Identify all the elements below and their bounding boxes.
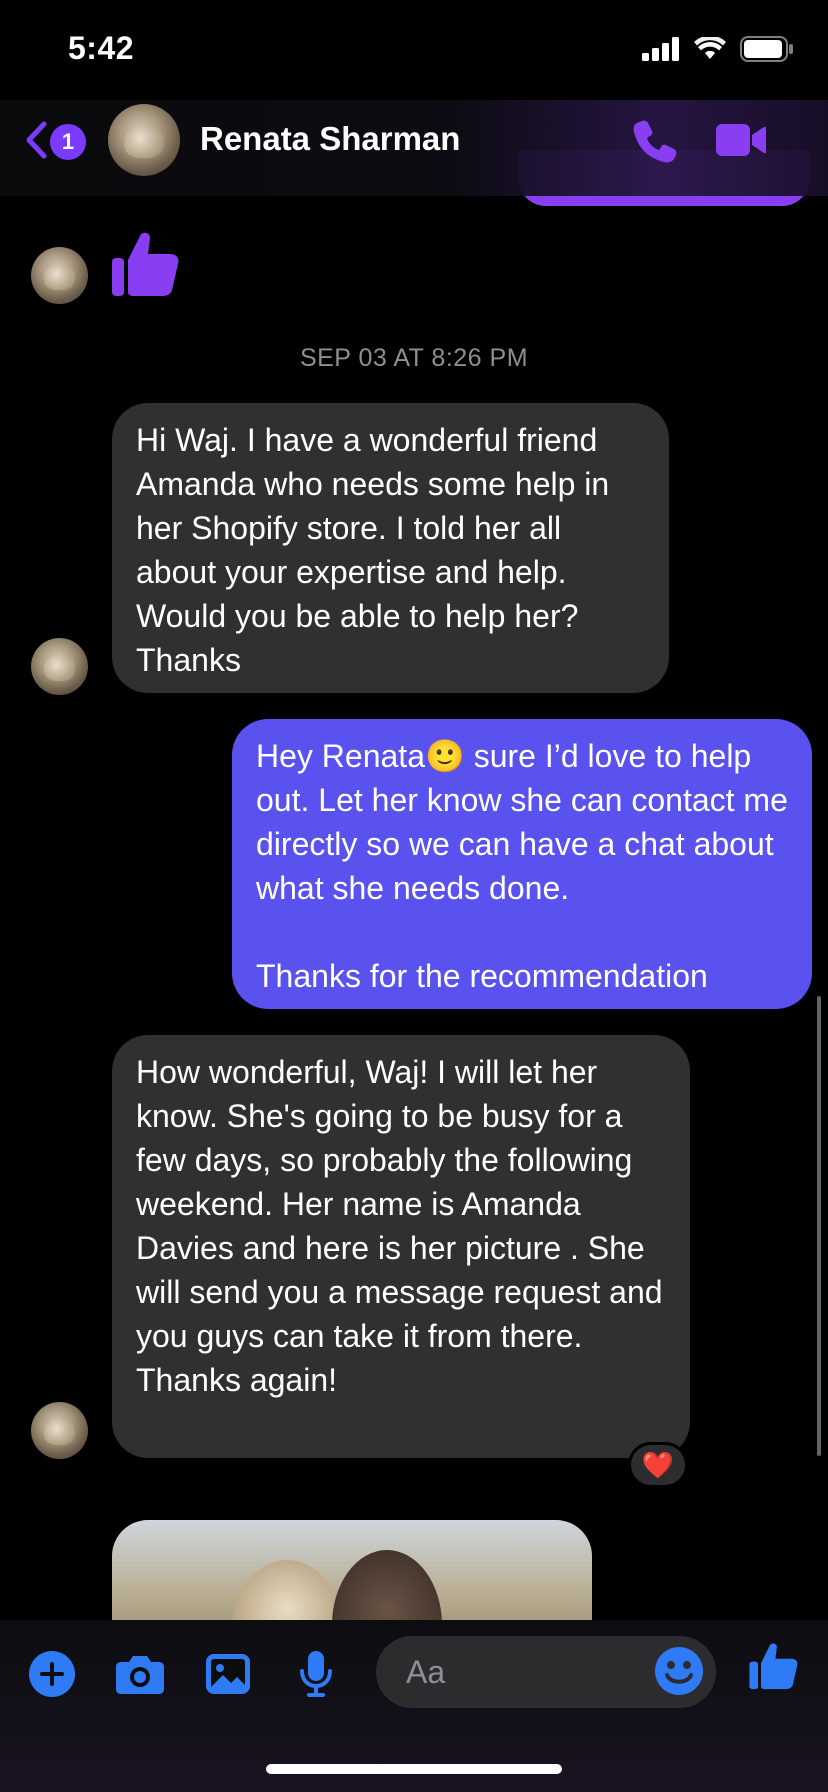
emoji-icon	[654, 1647, 704, 1700]
home-indicator[interactable]	[266, 1764, 562, 1774]
send-like-button[interactable]	[748, 1640, 800, 1697]
status-bar: 5:42	[0, 0, 828, 100]
microphone-icon	[298, 1649, 334, 1704]
photo-person	[332, 1550, 442, 1620]
wifi-icon	[694, 35, 726, 66]
sent-message[interactable]: Hey Renata🙂 sure I’d love to help out. L…	[232, 719, 812, 1009]
unread-count-badge: 1	[50, 124, 86, 160]
video-call-button[interactable]	[714, 120, 768, 165]
camera-icon	[115, 1653, 165, 1700]
shared-photo[interactable]	[112, 1520, 592, 1620]
battery-icon	[740, 36, 794, 67]
message-timestamp: SEP 03 AT 8:26 PM	[299, 344, 529, 372]
video-camera-icon	[714, 124, 768, 164]
photo-person	[232, 1560, 342, 1620]
chat-thread[interactable]: SEP 03 AT 8:26 PM Hi Waj. I have a wonde…	[0, 0, 828, 1620]
received-message[interactable]: Hi Waj. I have a wonderful friend Amanda…	[112, 403, 669, 693]
conversation-header: 1 Renata Sharman	[0, 100, 828, 196]
back-button[interactable]: 1	[24, 120, 86, 164]
contact-name[interactable]: Renata Sharman	[200, 120, 460, 158]
received-message[interactable]: How wonderful, Waj! I will let her know.…	[112, 1035, 690, 1458]
gallery-icon	[205, 1653, 251, 1700]
contact-avatar[interactable]	[31, 247, 88, 304]
scrollbar[interactable]	[817, 996, 821, 1456]
back-chevron-icon	[24, 120, 48, 165]
voice-record-button[interactable]	[288, 1648, 344, 1704]
header-avatar[interactable]	[108, 104, 180, 176]
thumbs-up-icon	[748, 1643, 800, 1696]
gallery-button[interactable]	[200, 1648, 256, 1704]
more-actions-button[interactable]	[24, 1648, 80, 1704]
audio-call-button[interactable]	[632, 118, 678, 169]
contact-avatar[interactable]	[31, 638, 88, 695]
status-icons	[642, 35, 794, 67]
phone-icon	[632, 120, 678, 168]
cellular-signal-icon	[642, 37, 680, 66]
camera-button[interactable]	[112, 1648, 168, 1704]
emoji-button[interactable]	[654, 1646, 704, 1701]
thumbs-up-icon	[110, 228, 182, 305]
plus-icon	[28, 1650, 76, 1703]
status-time: 5:42	[68, 30, 135, 66]
contact-avatar[interactable]	[31, 1402, 88, 1459]
heart-reaction[interactable]: ❤️	[628, 1442, 688, 1488]
